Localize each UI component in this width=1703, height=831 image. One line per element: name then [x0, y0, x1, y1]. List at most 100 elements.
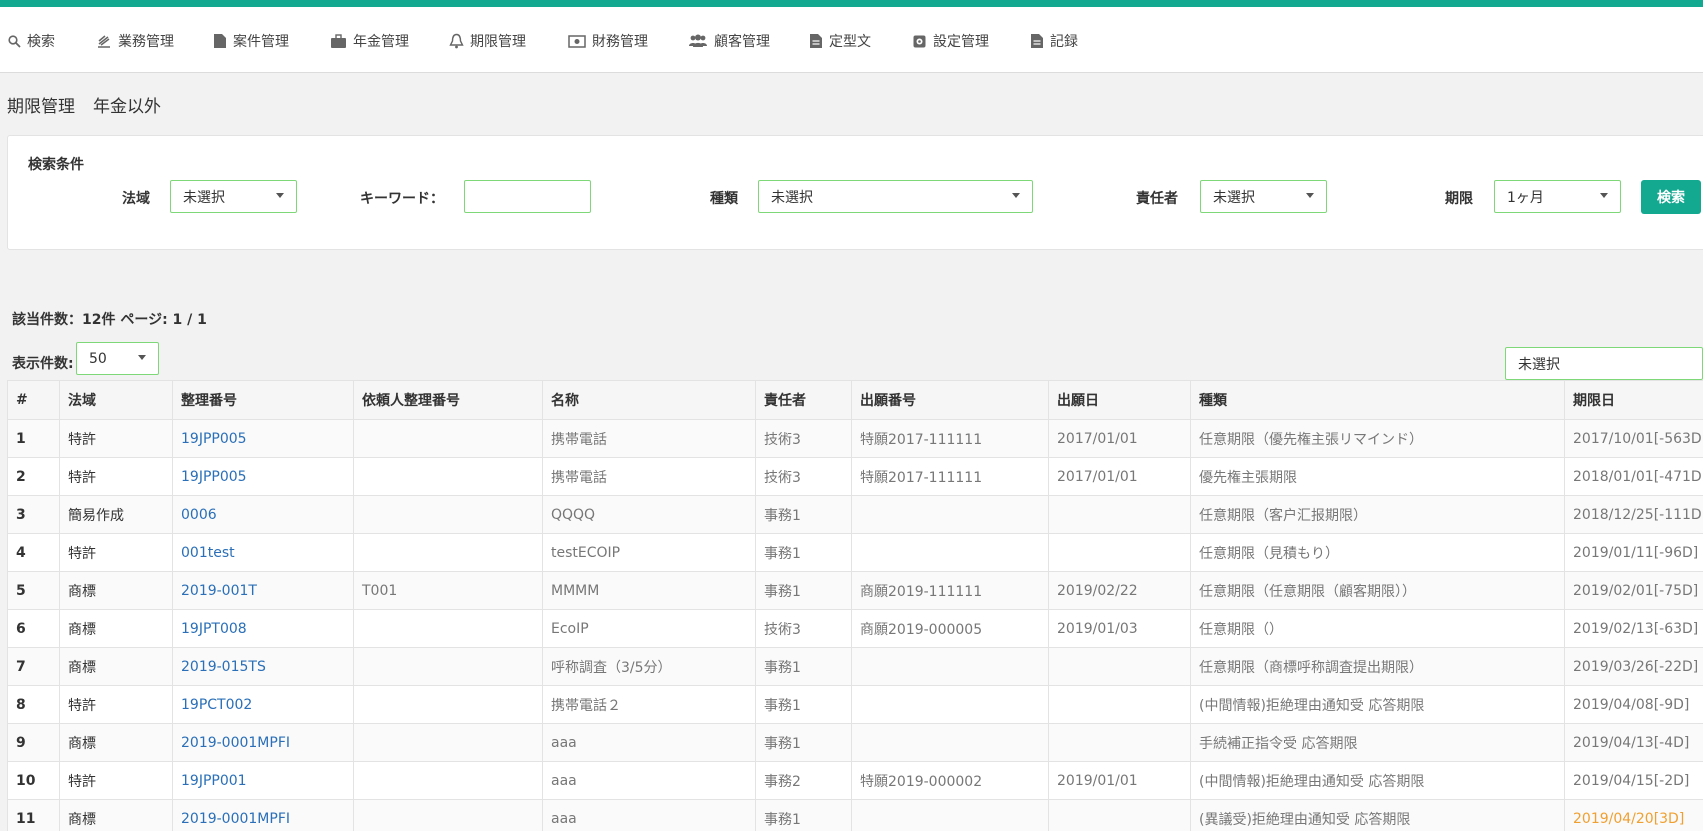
cell-ref-link[interactable]: 19PCT002 — [172, 685, 354, 724]
table-row[interactable]: 11 商標 2019-0001MPFI aaa 事務1 (異議受)拒絶理由通知受 応答期限… — [7, 799, 1703, 831]
field-select-value: 未選択 — [183, 189, 225, 206]
field-select[interactable]: 未選択 — [170, 180, 297, 213]
cell-app-date — [1048, 723, 1191, 762]
nav-item-customers[interactable]: 顧客管理 — [688, 29, 770, 53]
col-header-field[interactable]: 法域 — [59, 380, 173, 420]
col-header-app-date[interactable]: 出願日 — [1048, 380, 1191, 420]
table-row[interactable]: 3 簡易作成 0006 QQQQ 事務1 任意期限（客户汇报期限） 2018/12/25[-… — [7, 495, 1703, 534]
table-row[interactable]: 8 特許 19PCT002 携帯電話２ 事務1 (中間情報)拒絶理由通知受 応答期限 201… — [7, 685, 1703, 724]
users-icon — [689, 34, 707, 47]
col-header-ref[interactable]: 整理番号 — [172, 380, 354, 420]
cell-field: 特許 — [59, 685, 173, 724]
nav-item-label: 検索 — [27, 34, 55, 50]
nav-item-label: 財務管理 — [592, 34, 648, 50]
nav-item-cases[interactable]: 案件管理 — [213, 29, 289, 53]
nav-item-search[interactable]: 検索 — [8, 29, 55, 53]
col-header-deadline[interactable]: 期限日 — [1564, 380, 1703, 420]
cell-name: 呼称調査（3/5分） — [542, 647, 756, 686]
cell-ref-link[interactable]: 2019-015TS — [172, 647, 354, 686]
table-row[interactable]: 6 商標 19JPT008 EcoIP 技術3 商願2019-000005 2019/01/… — [7, 609, 1703, 648]
cell-app-no: 特願2019-000002 — [851, 761, 1049, 800]
cell-owner: 事務1 — [755, 647, 852, 686]
nav-item-label: 業務管理 — [118, 34, 174, 50]
table-row[interactable]: 2 特許 19JPP005 携帯電話 技術3 特願2017-111111 2017/01/0… — [7, 457, 1703, 496]
per-page-select[interactable]: 50 — [76, 342, 159, 375]
cell-client-ref — [353, 723, 543, 762]
cell-deadline: 2019/04/13[-4D] — [1564, 723, 1703, 762]
cell-owner: 事務1 — [755, 799, 852, 831]
owner-label: 責任者 — [1136, 191, 1178, 207]
cell-name: testECOIP — [542, 533, 756, 572]
cell-name: EcoIP — [542, 609, 756, 648]
cell-type: 手続補正指令受 応答期限 — [1190, 723, 1565, 762]
cell-type: 任意期限（任意期限（顧客期限）） — [1190, 571, 1565, 610]
nav-item-annuity[interactable]: 年金管理 — [330, 29, 409, 53]
nav-item-finance[interactable]: 財務管理 — [568, 29, 648, 53]
cell-deadline: 2019/02/13[-63D] — [1564, 609, 1703, 648]
cell-ref-link[interactable]: 19JPT008 — [172, 609, 354, 648]
cell-deadline: 2018/01/01[-471D] — [1564, 457, 1703, 496]
cell-name: 携帯電話 — [542, 419, 756, 458]
table-row[interactable]: 9 商標 2019-0001MPFI aaa 事務1 手続補正指令受 応答期限 2019/0… — [7, 723, 1703, 762]
cell-type: 任意期限（商標呼称調査提出期限） — [1190, 647, 1565, 686]
deadline-select[interactable]: 1ヶ月 — [1494, 180, 1621, 213]
cell-ref-link[interactable]: 19JPP005 — [172, 457, 354, 496]
col-header-name[interactable]: 名称 — [542, 380, 756, 420]
cell-ref-link[interactable]: 19JPP001 — [172, 761, 354, 800]
deadline-label: 期限 — [1445, 191, 1473, 207]
cell-field: 特許 — [59, 533, 173, 572]
record-icon — [1031, 34, 1043, 48]
col-header-type[interactable]: 種類 — [1190, 380, 1565, 420]
cell-field: 商標 — [59, 723, 173, 762]
cell-deadline: 2019/02/01[-75D] — [1564, 571, 1703, 610]
cell-ref-link[interactable]: 19JPP005 — [172, 419, 354, 458]
document-icon — [810, 34, 822, 48]
cell-ref-link[interactable]: 2019-0001MPFI — [172, 723, 354, 762]
cell-name: 携帯電話 — [542, 457, 756, 496]
search-button[interactable]: 検索 — [1641, 180, 1701, 214]
nav-item-templates[interactable]: 定型文 — [809, 29, 871, 53]
cell-app-date — [1048, 495, 1191, 534]
nav-item-settings[interactable]: 設定管理 — [912, 29, 989, 53]
cell-ref-link[interactable]: 0006 — [172, 495, 354, 534]
keyword-input[interactable] — [464, 180, 591, 213]
gear-icon — [913, 35, 926, 47]
nav-item-tasks[interactable]: 業務管理 — [96, 29, 174, 53]
cell-client-ref — [353, 799, 543, 831]
page-title: 期限管理 年金以外 — [7, 92, 161, 117]
nav-item-records[interactable]: 記録 — [1030, 29, 1078, 53]
table-row[interactable]: 1 特許 19JPP005 携帯電話 技術3 特願2017-111111 2017/01/0… — [7, 419, 1703, 458]
col-header-client-ref[interactable]: 依頼人整理番号 — [353, 380, 543, 420]
cell-client-ref: T001 — [353, 571, 543, 610]
nav-item-label: 期限管理 — [470, 34, 526, 50]
table-row[interactable]: 7 商標 2019-015TS 呼称調査（3/5分） 事務1 任意期限（商標呼称調査提出期… — [7, 647, 1703, 686]
filter-select[interactable]: 未選択 — [1505, 347, 1703, 380]
cell-app-no: 商願2019-111111 — [851, 571, 1049, 610]
table-row[interactable]: 4 特許 001test testECOIP 事務1 任意期限（見積もり） 2019/01/… — [7, 533, 1703, 572]
cell-field: 簡易作成 — [59, 495, 173, 534]
cell-client-ref — [353, 419, 543, 458]
table-row[interactable]: 5 商標 2019-001T T001 MMMM 事務1 商願2019-111111 2019… — [7, 571, 1703, 610]
col-header-app-no[interactable]: 出願番号 — [851, 380, 1049, 420]
cell-ref-link[interactable]: 2019-0001MPFI — [172, 799, 354, 831]
cell-number: 9 — [7, 723, 60, 762]
cell-number: 10 — [7, 761, 60, 800]
filter-select-value: 未選択 — [1518, 356, 1560, 373]
cell-ref-link[interactable]: 2019-001T — [172, 571, 354, 610]
cell-ref-link[interactable]: 001test — [172, 533, 354, 572]
col-header-owner[interactable]: 責任者 — [755, 380, 852, 420]
cell-owner: 事務2 — [755, 761, 852, 800]
cell-app-date: 2017/01/01 — [1048, 457, 1191, 496]
chevron-down-icon — [138, 355, 146, 360]
chevron-down-icon — [1306, 193, 1314, 198]
page-title-sub: 年金以外 — [93, 97, 161, 117]
type-select[interactable]: 未選択 — [758, 180, 1033, 213]
cell-app-no — [851, 723, 1049, 762]
owner-select[interactable]: 未選択 — [1200, 180, 1327, 213]
col-header-number[interactable]: # — [7, 380, 60, 420]
nav-item-label: 案件管理 — [233, 34, 289, 50]
cell-app-date: 2019/02/22 — [1048, 571, 1191, 610]
table-row[interactable]: 10 特許 19JPP001 aaa 事務2 特願2019-000002 2019/01/0… — [7, 761, 1703, 800]
nav-item-deadline[interactable]: 期限管理 — [449, 29, 526, 53]
cell-owner: 事務1 — [755, 533, 852, 572]
